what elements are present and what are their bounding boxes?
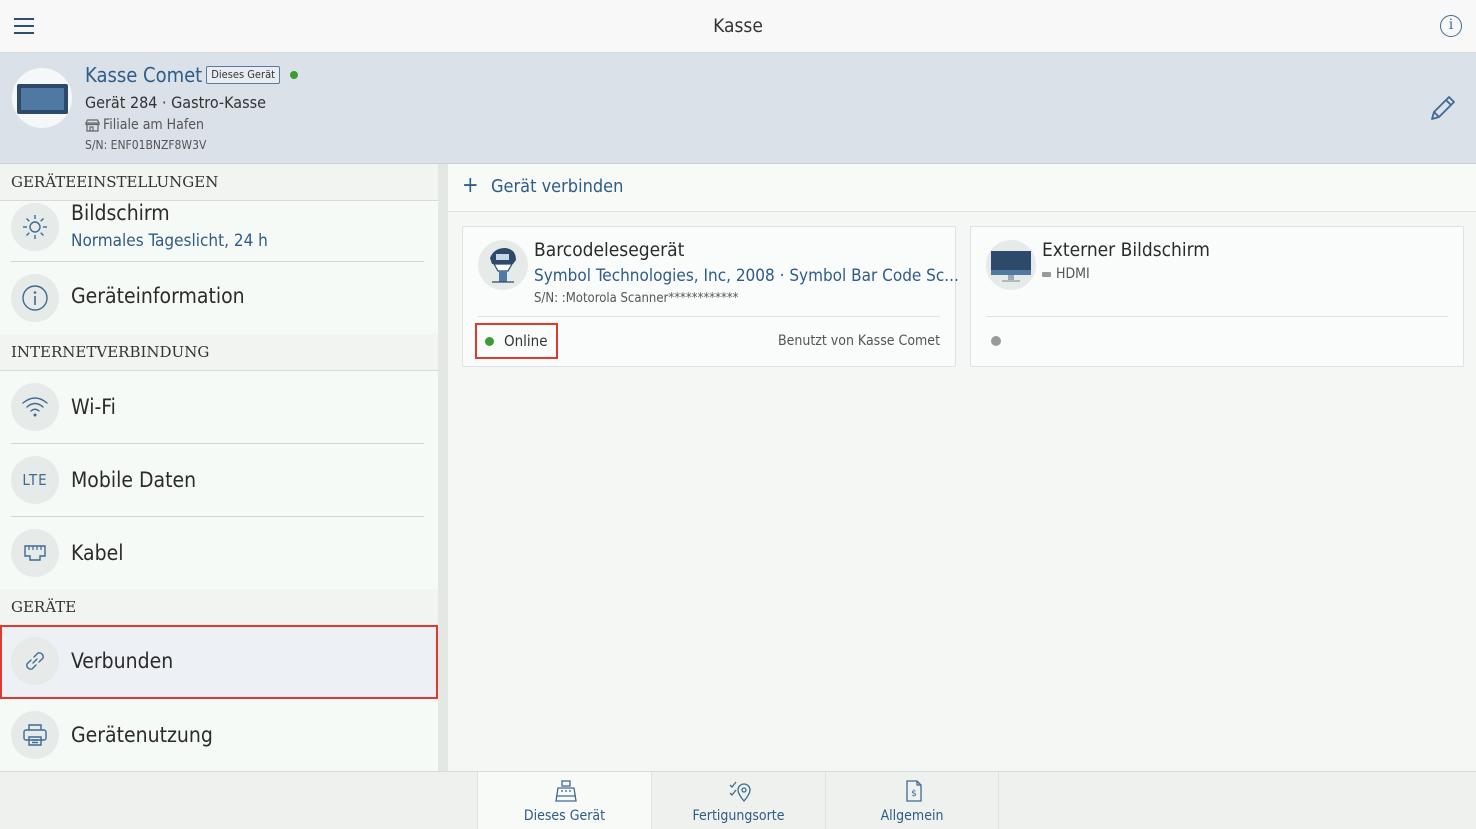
- settings-sidebar: GERÄTEEINSTELLUNGEN Bildschirm Normales …: [0, 164, 438, 771]
- section-header-devices: GERÄTE: [0, 589, 438, 626]
- sidebar-item-label: Gerätenutzung: [71, 723, 213, 747]
- used-by-text: Benutzt von Kasse Comet: [777, 333, 940, 349]
- card-title: Externer Bildschirm: [1042, 239, 1210, 261]
- hdmi-icon: [1042, 271, 1051, 277]
- online-dot: [485, 336, 494, 346]
- info-icon[interactable]: i: [1440, 15, 1462, 37]
- device-name: Kasse Comet: [85, 63, 203, 87]
- sidebar-item-connected[interactable]: Verbunden: [0, 625, 438, 699]
- cash-register-icon: [555, 780, 577, 802]
- ethernet-icon: [11, 529, 59, 577]
- sidebar-item-label: Verbunden: [71, 649, 174, 673]
- section-header-internet: INTERNETVERBINDUNG: [0, 334, 438, 371]
- pos-terminal-icon: [12, 68, 72, 128]
- tab-label: Fertigungsorte: [692, 808, 785, 824]
- top-bar: Kasse i: [0, 0, 1476, 53]
- plus-icon: +: [462, 173, 479, 198]
- divider: [478, 316, 940, 317]
- page-title: Kasse: [713, 15, 763, 37]
- store-icon: [85, 118, 100, 132]
- card-manufacturer: Symbol Technologies, Inc, 2008 · Symbol …: [534, 266, 959, 286]
- device-card-external-display[interactable]: Externer Bildschirm HDMI: [970, 226, 1464, 367]
- document-dollar-icon: $: [906, 780, 922, 802]
- device-header: Kasse Comet Dieses Gerät Gerät 284 · Gas…: [0, 53, 1476, 164]
- card-serial: S/N: :Motorola Scanner************: [534, 291, 739, 306]
- tab-label: Dieses Gerät: [523, 808, 606, 824]
- device-location: Filiale am Hafen: [103, 117, 205, 133]
- monitor-icon: [986, 240, 1036, 290]
- location-check-icon: [729, 781, 751, 802]
- svg-text:$: $: [911, 789, 917, 799]
- lte-icon: LTE: [11, 456, 59, 504]
- connect-device-label: Gerät verbinden: [491, 176, 624, 197]
- sidebar-item-sublabel: Normales Tageslicht, 24 h: [71, 231, 268, 251]
- sidebar-item-device-usage[interactable]: Gerätenutzung: [0, 699, 438, 771]
- sidebar-item-label: Bildschirm: [71, 201, 170, 225]
- edit-pencil-icon[interactable]: [1428, 93, 1458, 123]
- link-icon: [11, 637, 59, 685]
- divider: [986, 316, 1448, 317]
- sidebar-item-label: Mobile Daten: [71, 468, 197, 492]
- tab-general[interactable]: $ Allgemein: [825, 772, 999, 829]
- offline-status-dot: [991, 336, 1001, 346]
- sidebar-item-wifi[interactable]: Wi-Fi: [0, 371, 438, 444]
- status-badge: Online: [475, 323, 558, 359]
- status-text: Online: [504, 332, 548, 350]
- section-header-device-settings: GERÄTEEINSTELLUNGEN: [0, 164, 438, 201]
- connect-device-button[interactable]: + Gerät verbinden: [448, 164, 1476, 212]
- this-device-badge: Dieses Gerät: [206, 66, 281, 84]
- sidebar-item-device-info[interactable]: Geräteinformation: [0, 262, 438, 334]
- sidebar-item-mobile-data[interactable]: LTE Mobile Daten: [0, 444, 438, 517]
- info-icon: [11, 274, 59, 322]
- barcode-scanner-icon: [478, 240, 528, 290]
- sidebar-item-label: Geräteinformation: [71, 284, 245, 308]
- online-status-dot: [290, 71, 299, 79]
- device-card-barcode[interactable]: Barcodelesegerät Symbol Technologies, In…: [462, 226, 959, 367]
- printer-icon: [11, 711, 59, 759]
- card-connection: HDMI: [1056, 266, 1090, 282]
- device-subtitle: Gerät 284 · Gastro-Kasse: [85, 93, 266, 112]
- tab-production-sites[interactable]: Fertigungsorte: [651, 772, 825, 829]
- brightness-icon: [11, 203, 59, 251]
- sidebar-item-label: Kabel: [71, 541, 124, 565]
- wifi-icon: [11, 383, 59, 431]
- device-serial: S/N: ENF01BNZF8W3V: [85, 138, 207, 152]
- card-title: Barcodelesegerät: [534, 239, 685, 261]
- panel-divider: [438, 164, 448, 771]
- main-content: + Gerät verbinden Barcodelesegerät Symbo…: [448, 164, 1476, 771]
- tab-label: Allgemein: [880, 808, 944, 824]
- sidebar-item-cable[interactable]: Kabel: [0, 517, 438, 589]
- bottom-navigation: Dieses Gerät Fertigungsorte $ Allgemein: [0, 771, 1476, 829]
- sidebar-item-label: Wi-Fi: [71, 395, 116, 419]
- tab-this-device[interactable]: Dieses Gerät: [477, 772, 651, 829]
